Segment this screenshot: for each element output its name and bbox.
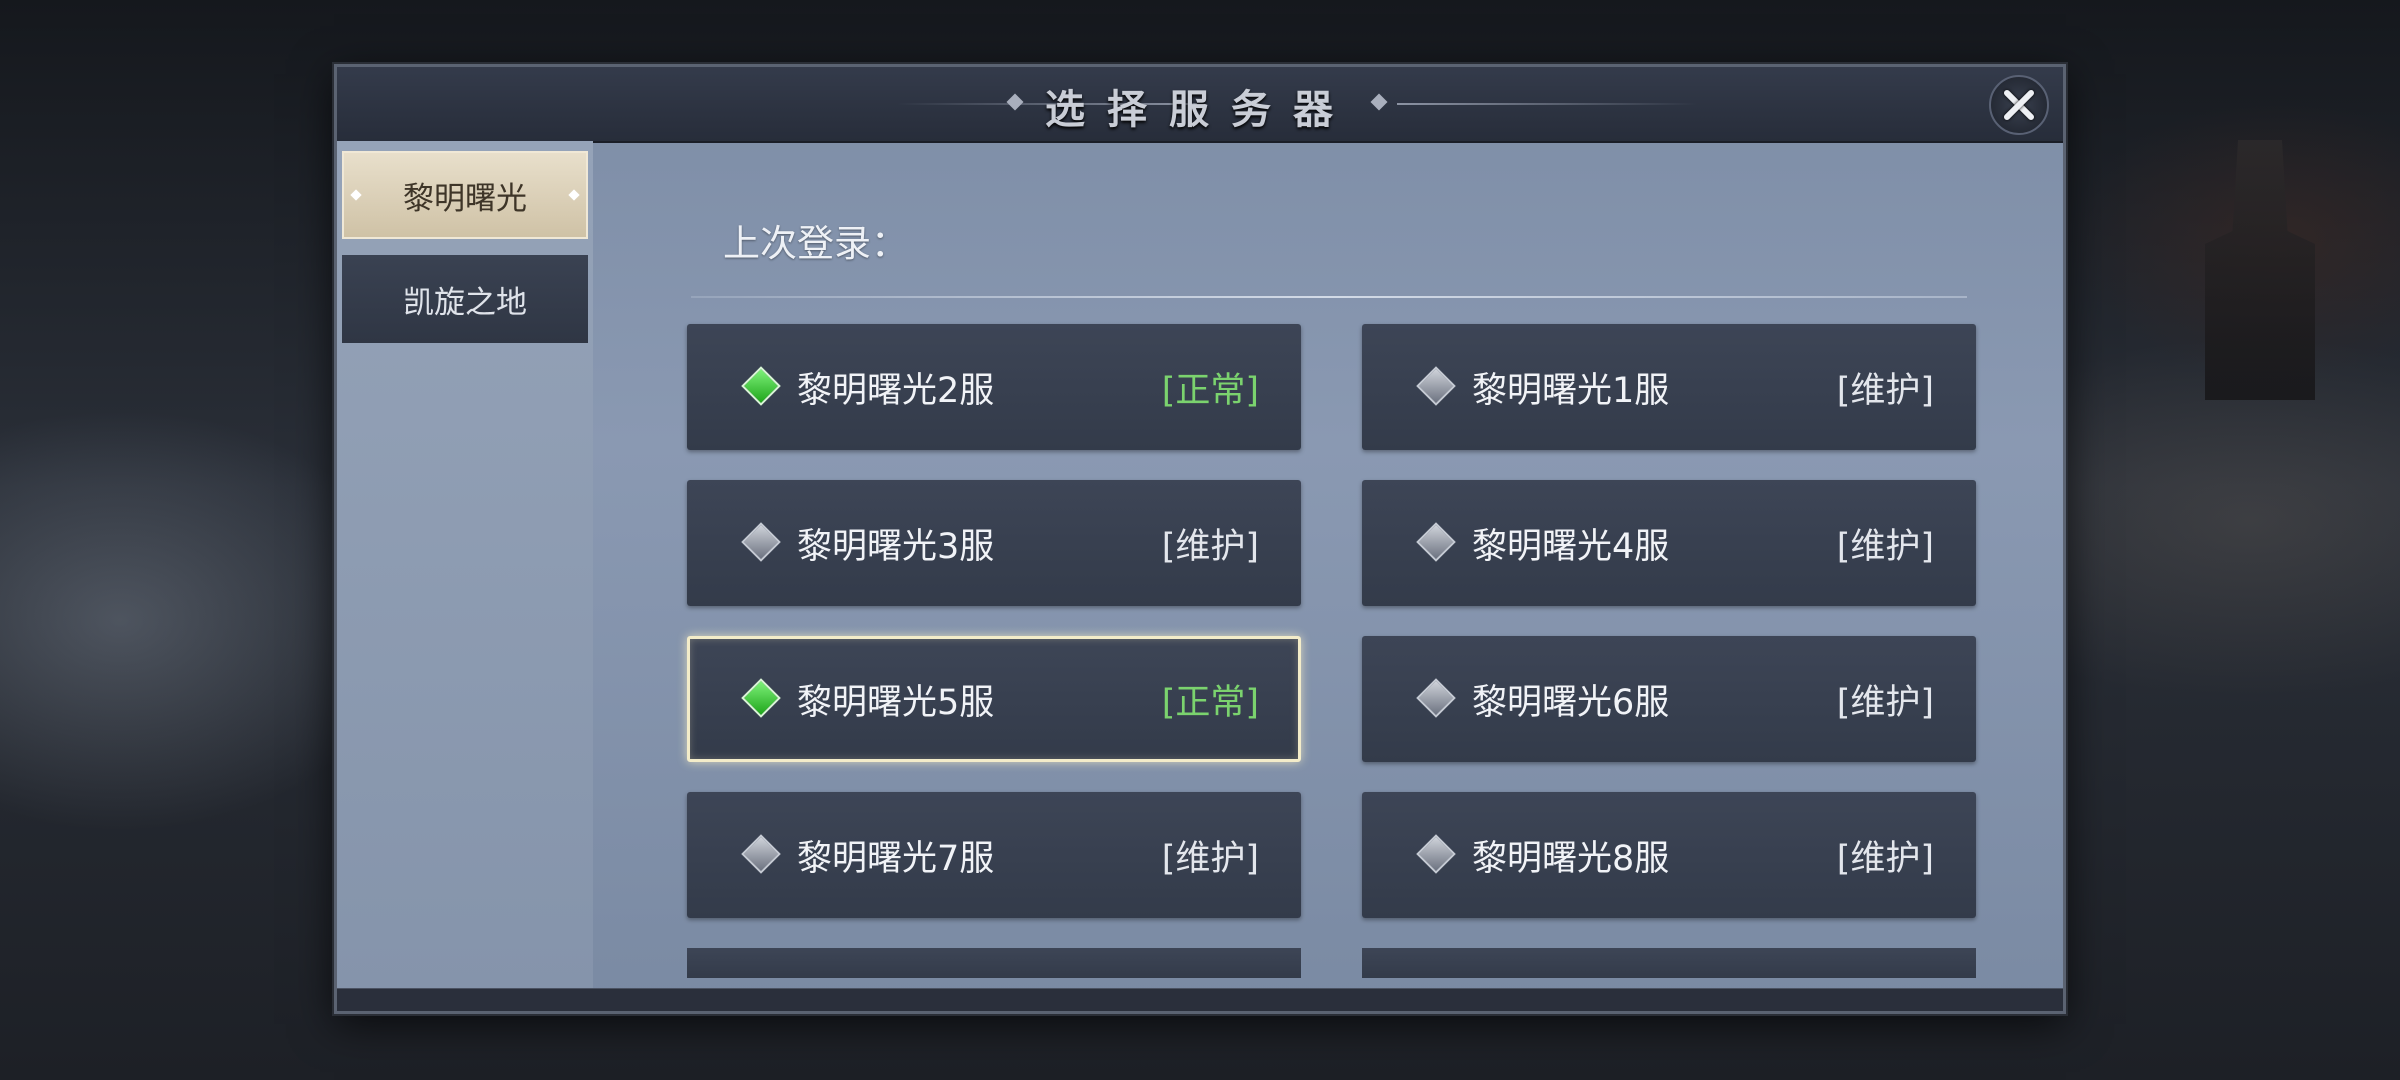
dialog-title: 选择服务器 <box>1045 86 1355 133</box>
server-button-selected[interactable]: 黎明曙光5服 [正常] <box>687 636 1301 762</box>
server-name: 黎明曙光5服 <box>797 683 995 723</box>
server-button[interactable]: 黎明曙光6服 [维护] <box>1362 636 1976 762</box>
maintenance-gem-icon <box>1416 834 1456 874</box>
server-status: [维护] <box>1836 527 1934 567</box>
server-button[interactable]: 黎明曙光7服 [维护] <box>687 792 1301 918</box>
server-status: [正常] <box>1161 371 1259 411</box>
region-sidebar: 黎明曙光 凯旋之地 <box>337 141 593 989</box>
tab-region-triumph[interactable]: 凯旋之地 <box>342 255 588 343</box>
server-name: 黎明曙光3服 <box>797 527 995 567</box>
server-status: [维护] <box>1836 683 1934 723</box>
server-status: [维护] <box>1161 527 1259 567</box>
server-name: 黎明曙光4服 <box>1472 527 1670 567</box>
server-name: 黎明曙光2服 <box>797 371 995 411</box>
online-gem-icon <box>741 366 781 406</box>
dialog-titlebar: 选择服务器 <box>337 67 2063 143</box>
server-name: 黎明曙光8服 <box>1472 839 1670 879</box>
server-name: 黎明曙光1服 <box>1472 371 1670 411</box>
server-button[interactable]: 黎明曙光8服 [维护] <box>1362 792 1976 918</box>
server-status: [正常] <box>1161 683 1259 723</box>
server-name: 黎明曙光7服 <box>797 839 995 879</box>
close-icon[interactable] <box>1989 75 2049 135</box>
server-button-partial[interactable] <box>687 948 1301 978</box>
server-name: 黎明曙光6服 <box>1472 683 1670 723</box>
server-status: [维护] <box>1836 371 1934 411</box>
server-status: [维护] <box>1161 839 1259 879</box>
maintenance-gem-icon <box>741 834 781 874</box>
section-divider <box>691 296 1967 298</box>
last-login-label: 上次登录： <box>723 222 908 265</box>
online-gem-icon <box>741 678 781 718</box>
server-button[interactable]: 黎明曙光2服 [正常] <box>687 324 1301 450</box>
server-select-dialog: 选择服务器 黎明曙光 凯旋之地 上次登录： 黎明曙光2服 [正常] 黎明曙光1服… <box>334 64 2066 1014</box>
server-status: [维护] <box>1836 839 1934 879</box>
maintenance-gem-icon <box>741 522 781 562</box>
maintenance-gem-icon <box>1416 366 1456 406</box>
dialog-bottom-bar <box>337 988 2063 1011</box>
maintenance-gem-icon <box>1416 678 1456 718</box>
server-button[interactable]: 黎明曙光4服 [维护] <box>1362 480 1976 606</box>
server-button-partial[interactable] <box>1362 948 1976 978</box>
server-list-panel: 上次登录： 黎明曙光2服 [正常] 黎明曙光1服 [维护] 黎明曙光3服 [维护… <box>593 141 2063 989</box>
tab-region-dawn[interactable]: 黎明曙光 <box>342 151 588 239</box>
server-button[interactable]: 黎明曙光3服 [维护] <box>687 480 1301 606</box>
maintenance-gem-icon <box>1416 522 1456 562</box>
server-button[interactable]: 黎明曙光1服 [维护] <box>1362 324 1976 450</box>
